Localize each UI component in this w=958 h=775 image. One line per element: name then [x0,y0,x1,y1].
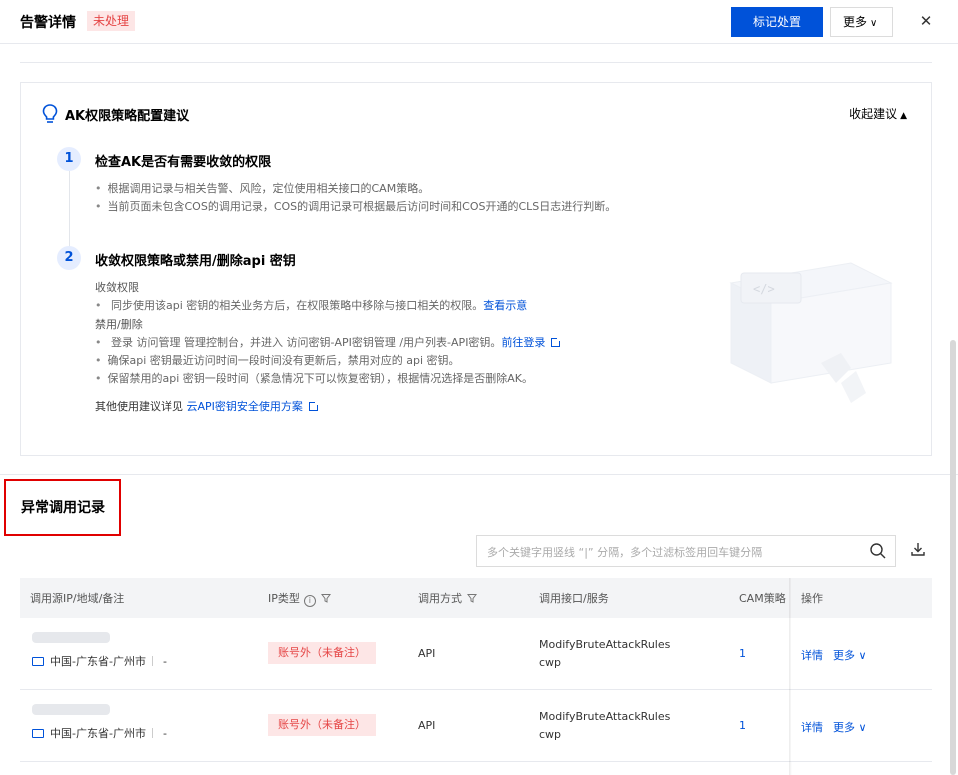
section-divider [0,474,958,475]
page-title: 告警详情 [20,15,76,31]
disable-bullet: 确保api 密钥最近访问时间一段时间没有更新后，禁用对应的 api 密钥。 [95,352,460,368]
mark-handled-button[interactable]: 标记处置 [731,7,823,37]
note-text: - [162,727,167,740]
collapse-label: 收起建议 [849,107,898,121]
caret-up-icon: ▲ [900,111,907,121]
external-link-icon [308,401,319,411]
step-number-1: 1 [57,147,81,171]
method-cell: API [418,647,436,660]
divider [20,62,932,63]
more-ops-label: 更多 [833,649,855,662]
collapse-suggestion-button[interactable]: 收起建议 ▲ [849,105,907,122]
computer-icon [32,729,44,738]
footer-text: 其他使用建议详见 [95,400,183,413]
col-method-label: 调用方式 [418,592,462,605]
col-api: 调用接口/服务 [539,592,609,605]
cam-policy-link[interactable]: 1 [739,647,746,660]
close-icon[interactable]: ✕ [918,10,934,32]
note-text: - [162,655,167,668]
search-input[interactable]: 多个关键字用竖线 “|” 分隔，多个过滤标签用回车键分隔 [476,535,896,567]
api-name: ModifyBruteAttackRules [539,638,671,651]
status-badge: 未处理 [87,11,136,31]
chevron-down-icon: ∨ [858,649,867,662]
service-name: cwp [539,656,562,669]
filter-icon[interactable] [320,593,331,603]
disable-bullet: 保留禁用的api 密钥一段时间（紧急情况下可以恢复密钥），根据情况选择是否删除A… [95,370,534,386]
more-ops-label: 更多 [833,721,855,734]
footer-note: 其他使用建议详见 云API密钥安全使用方案 [95,398,319,414]
records-table: 调用源IP/地域/备注 IP类型 i 调用方式 调用接口/服务 CAM策略 中国-… [20,578,932,775]
step1-bullet: 根据调用记录与相关告警、风险，定位使用相关接口的CAM策略。 [95,180,430,196]
ip-type-tag: 账号外（未备注） [268,714,376,736]
col-ops: 操作 [801,592,823,605]
col-cam: CAM策略 [739,592,786,605]
download-icon[interactable] [910,541,926,557]
card-title: AK权限策略配置建议 [65,109,190,124]
search-icon[interactable] [869,542,887,560]
disable-bullet: 登录 访问管理 管理控制台，并进入 访问密钥-API密钥管理 /用户列表-API… [95,334,562,350]
alert-detail-drawer: 告警详情 未处理 标记处置 更多 ∨ ✕ AK权限策略配置建议 收起建议 ▲ 1 检… [0,0,958,775]
more-button-label: 更多 [843,15,868,29]
highlight-box [4,479,121,536]
more-dropdown-button[interactable]: 更多 ∨ [830,7,893,37]
service-name: cwp [539,728,562,741]
go-login-link[interactable]: 前往登录 [501,336,545,349]
step1-bullet: 当前页面未包含COS的调用记录，COS的调用记录可根据最后访问时间和COS开通的… [95,198,617,214]
api-name: ModifyBruteAttackRules [539,710,671,723]
ops-header: 操作 [791,578,932,618]
filter-icon[interactable] [467,593,477,603]
cam-policy-link[interactable]: 1 [739,719,746,732]
view-example-link[interactable]: 查看示意 [483,299,527,312]
vertical-scrollbar[interactable] [950,340,956,775]
step-title-1: 检查AK是否有需要收敛的权限 [95,155,272,170]
search-placeholder: 多个关键字用竖线 “|” 分隔，多个过滤标签用回车键分隔 [487,546,763,559]
step-number-2: 2 [57,246,81,270]
divider [151,656,153,666]
ak-suggestion-card: AK权限策略配置建议 收起建议▲ 1 检查AK是否有需要收敛的权限 根据调用记录… [20,82,932,456]
more-ops-link[interactable]: 更多 ∨ [833,719,867,735]
ops-cell: 详情 更多 ∨ [791,618,932,690]
step-title-2: 收敛权限策略或禁用/删除api 密钥 [95,254,296,269]
detail-link[interactable]: 详情 [801,719,823,735]
step-connector [69,171,70,247]
region-text: 中国-广东省-广州市 [50,727,146,740]
ops-cell: 详情 更多 ∨ [791,690,932,762]
masked-ip [32,632,110,643]
col-source-ip: 调用源IP/地域/备注 [30,592,125,605]
disable-bullet-text: 登录 访问管理 管理控制台，并进入 访问密钥-API密钥管理 /用户列表-API… [111,336,502,349]
drawer-header: 告警详情 未处理 标记处置 更多 ∨ ✕ [0,0,958,44]
region-text: 中国-广东省-广州市 [50,655,146,668]
col-ip-type: IP类型 i [268,590,331,607]
masked-ip [32,704,110,715]
region-cell: 中国-广东省-广州市 - [32,725,167,741]
ip-type-tag: 账号外（未备注） [268,642,376,664]
disable-subheading: 禁用/删除 [95,318,143,331]
region-cell: 中国-广东省-广州市 - [32,653,167,669]
detail-link[interactable]: 详情 [801,647,823,663]
divider [151,728,153,738]
converge-bullet-text: 同步使用该api 密钥的相关业务方后，在权限策略中移除与接口相关的权限。 [111,299,484,312]
api-key-security-link[interactable]: 云API密钥安全使用方案 [187,400,303,413]
lightbulb-icon [42,104,58,123]
more-ops-link[interactable]: 更多 ∨ [833,647,867,663]
chevron-down-icon: ∨ [870,18,878,29]
method-cell: API [418,719,436,732]
key-illustration: </> [729,262,893,403]
col-ip-type-label: IP类型 [268,592,300,605]
converge-subheading: 收敛权限 [95,281,139,294]
converge-bullet: 同步使用该api 密钥的相关业务方后，在权限策略中移除与接口相关的权限。查看示意 [95,297,527,313]
computer-icon [32,657,44,666]
col-method: 调用方式 [418,590,477,606]
svg-text:</>: </> [753,282,775,296]
info-icon[interactable]: i [303,595,316,607]
external-link-icon [551,337,562,347]
chevron-down-icon: ∨ [858,721,867,734]
